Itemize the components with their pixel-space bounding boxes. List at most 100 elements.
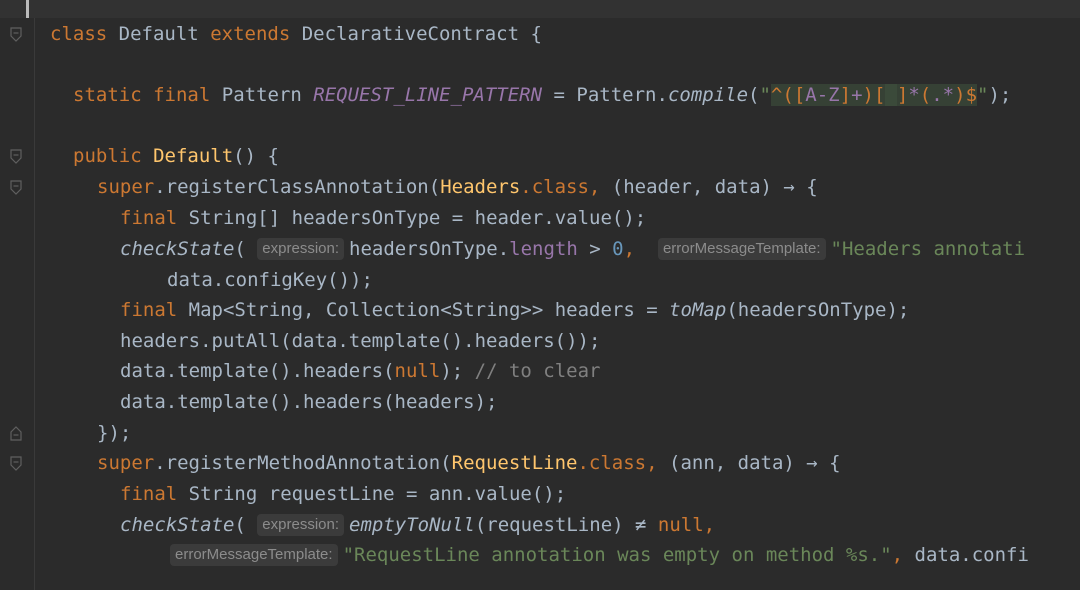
code-line[interactable]: errorMessageTemplate: "RequestLine annota… bbox=[170, 540, 1029, 570]
keyword: final bbox=[120, 483, 178, 505]
code-line[interactable]: public Default() { bbox=[73, 141, 279, 171]
regex-token: ] bbox=[896, 84, 909, 106]
fold-collapse-icon[interactable] bbox=[10, 149, 22, 165]
fold-collapse-icon[interactable] bbox=[10, 456, 22, 472]
constructor-name: Default bbox=[153, 145, 234, 167]
code-line[interactable]: checkState( expression: headersOnType.len… bbox=[120, 234, 1025, 264]
regex-token: [ bbox=[873, 84, 886, 106]
code-line[interactable]: final Map<String, Collection<String>> he… bbox=[120, 295, 909, 325]
code-line[interactable]: data.template().headers(null); // to cle… bbox=[120, 356, 601, 386]
gutter-divider bbox=[34, 18, 35, 590]
type-name: Pattern bbox=[221, 84, 302, 106]
comma: , bbox=[623, 238, 636, 260]
regex-token: ] bbox=[839, 84, 852, 106]
annotation-class: Headers bbox=[440, 176, 521, 198]
operator: > bbox=[589, 238, 601, 260]
statement: ); bbox=[440, 360, 464, 382]
regex-token: ( bbox=[919, 84, 932, 106]
method-call: Pattern. bbox=[576, 84, 668, 106]
keyword: final bbox=[120, 299, 178, 321]
regex-token: + bbox=[851, 84, 863, 106]
number-literal: 0 bbox=[612, 238, 624, 260]
type-name: String bbox=[188, 483, 258, 505]
keyword: final bbox=[153, 84, 211, 106]
code-line[interactable]: static final Pattern REQUEST_LINE_PATTER… bbox=[73, 80, 1011, 110]
statement: data.template().headers(headers); bbox=[120, 391, 498, 413]
method-call: .registerMethodAnnotation( bbox=[154, 452, 452, 474]
expression: headersOnType. bbox=[349, 238, 510, 260]
code-editor[interactable]: class Default extends DeclarativeContrac… bbox=[0, 0, 1080, 590]
type-name: Map<String, Collection<String>> headers … bbox=[188, 299, 658, 321]
code-line[interactable]: checkState( expression: emptyToNull(reque… bbox=[120, 510, 715, 540]
statement: data.template().headers( bbox=[120, 360, 395, 382]
parameter-hint: errorMessageTemplate: bbox=[657, 238, 826, 260]
statement: headersOnType = header.value(); bbox=[291, 207, 647, 229]
statement: headers.putAll(data.template().headers()… bbox=[120, 330, 601, 352]
brace: { bbox=[267, 145, 279, 167]
code-line[interactable]: super.registerClassAnnotation(Headers.cl… bbox=[97, 172, 818, 202]
statement: requestLine = ann.value(); bbox=[268, 483, 567, 505]
paren: ( bbox=[234, 238, 246, 260]
regex-token: [ bbox=[793, 84, 806, 106]
regex-token: A-Z bbox=[805, 84, 840, 106]
paren: ); bbox=[988, 84, 1012, 106]
fold-end-icon[interactable] bbox=[10, 425, 22, 441]
code-line[interactable]: data.configKey()); bbox=[167, 265, 373, 295]
keyword: static bbox=[73, 84, 142, 106]
constant-name: REQUEST_LINE_PATTERN bbox=[313, 84, 543, 106]
regex-token: * bbox=[908, 84, 920, 106]
arguments: (headersOnType); bbox=[726, 299, 910, 321]
code-line[interactable]: final String requestLine = ann.value(); bbox=[120, 479, 566, 509]
parameter-hint: expression: bbox=[257, 514, 345, 536]
code-line[interactable]: data.template().headers(headers); bbox=[120, 387, 498, 417]
static-method: emptyToNull bbox=[349, 514, 475, 536]
keyword: null, bbox=[657, 514, 716, 536]
regex-token: ) bbox=[862, 84, 874, 106]
keyword: null bbox=[394, 360, 441, 382]
lambda-params: (ann, data) → { bbox=[669, 452, 841, 474]
regex-token: $ bbox=[965, 84, 978, 106]
lambda-params: (header, data) → { bbox=[611, 176, 818, 198]
code-line[interactable]: }); bbox=[97, 418, 131, 448]
field-name: length bbox=[509, 238, 578, 260]
regex-literal: ^([A-Z]+)[ ]*(.*)$ bbox=[770, 84, 978, 106]
editor-top-strip bbox=[0, 0, 1080, 18]
static-method: checkState bbox=[120, 514, 235, 536]
paren: ( bbox=[234, 514, 246, 536]
statement: data.confi bbox=[903, 544, 1029, 566]
static-method: checkState bbox=[120, 238, 235, 260]
method-call: .registerClassAnnotation( bbox=[154, 176, 441, 198]
editor-gutter bbox=[0, 18, 34, 590]
code-line[interactable]: super.registerMethodAnnotation(RequestLi… bbox=[97, 448, 841, 478]
string-quote: " bbox=[759, 84, 771, 106]
type-name: String[] bbox=[188, 207, 281, 229]
regex-token: ( bbox=[782, 84, 794, 106]
paren: ( bbox=[748, 84, 760, 106]
code-line[interactable]: headers.putAll(data.template().headers()… bbox=[120, 326, 600, 356]
regex-token: ^ bbox=[770, 84, 783, 106]
string-literal: "Headers annotati bbox=[830, 238, 1026, 260]
fold-collapse-icon[interactable] bbox=[10, 27, 22, 43]
operator: = bbox=[553, 84, 565, 106]
keyword: super bbox=[97, 176, 155, 198]
parameter-hint: errorMessageTemplate: bbox=[170, 544, 338, 566]
static-method: toMap bbox=[669, 299, 727, 321]
string-quote: " bbox=[977, 84, 989, 106]
arguments: (requestLine) ≠ bbox=[474, 514, 647, 536]
brace: { bbox=[530, 23, 542, 45]
keyword: extends bbox=[210, 23, 291, 45]
comma: , bbox=[891, 544, 904, 566]
keyword: final bbox=[120, 207, 178, 229]
class-name: Default bbox=[118, 23, 199, 45]
code-line[interactable]: final String[] headersOnType = header.va… bbox=[120, 203, 646, 233]
keyword: class bbox=[50, 23, 108, 45]
closing: }); bbox=[97, 422, 132, 444]
statement: data.configKey()); bbox=[167, 269, 373, 291]
keyword: super bbox=[97, 452, 155, 474]
parameter-hint: expression: bbox=[257, 238, 345, 260]
static-method: compile bbox=[667, 84, 749, 106]
fold-collapse-icon[interactable] bbox=[10, 180, 22, 196]
regex-token: .* bbox=[931, 84, 955, 106]
keyword: .class, bbox=[577, 452, 658, 474]
code-line[interactable]: class Default extends DeclarativeContrac… bbox=[50, 19, 542, 49]
